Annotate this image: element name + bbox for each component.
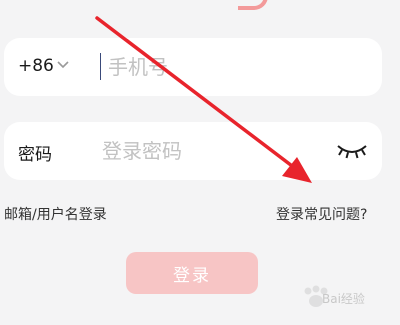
country-code-selector[interactable]: +86 — [18, 56, 54, 76]
login-help-link[interactable]: 登录常见问题? — [276, 204, 367, 224]
password-field: 密码 — [4, 122, 382, 180]
login-button[interactable]: 登录 — [126, 252, 258, 294]
phone-field: +86 — [4, 38, 382, 96]
phone-input[interactable] — [106, 49, 350, 85]
password-label: 密码 — [18, 145, 52, 165]
decoration-curve — [238, 0, 268, 10]
password-input[interactable] — [100, 133, 324, 169]
email-username-login-link[interactable]: 邮箱/用户名登录 — [4, 204, 107, 224]
eye-closed-icon[interactable] — [334, 140, 370, 162]
watermark-text: Bai经验 — [322, 292, 365, 306]
text-cursor — [100, 53, 101, 80]
chevron-down-icon[interactable] — [56, 57, 70, 71]
